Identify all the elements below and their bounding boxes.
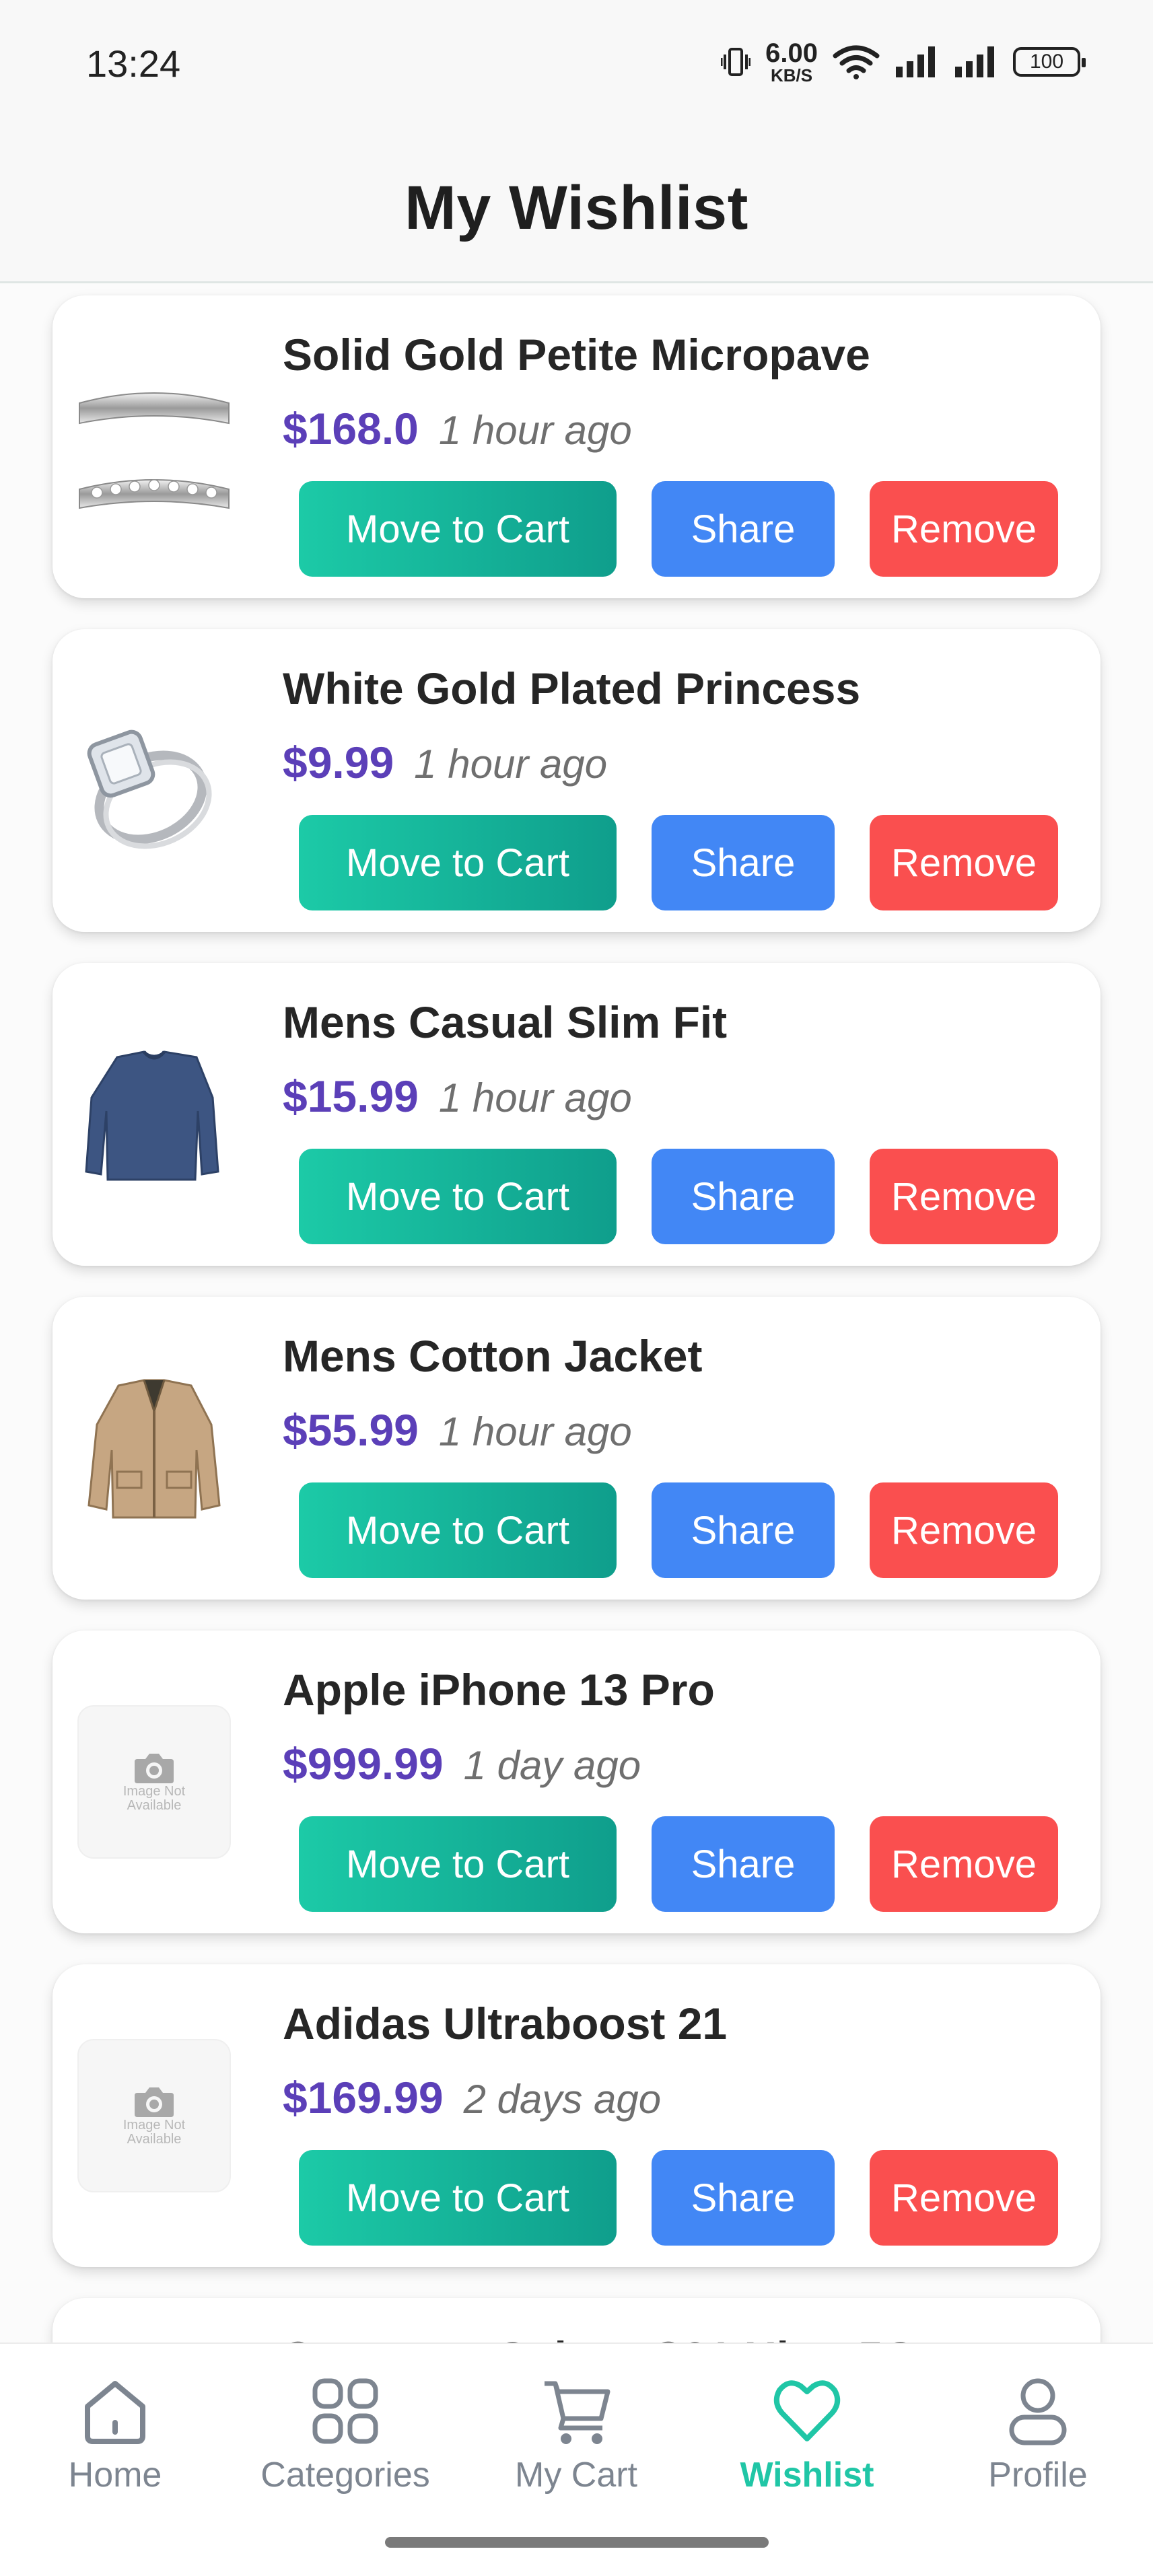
placeholder-text-2: Available [127,2132,182,2147]
app-header: My Wishlist [0,135,1153,283]
item-title: White Gold Plated Princess [283,664,861,713]
item-meta: $168.0 1 hour ago [283,403,632,454]
princess-ring-image [77,703,232,858]
wishlist-list[interactable]: Solid Gold Petite Micropave $168.0 1 hou… [0,283,1153,2342]
item-added-time: 1 hour ago [414,742,608,787]
item-price: $15.99 [283,1071,419,1121]
wishlist-item[interactable]: Mens Cotton Jacket $55.99 1 hour ago Mov… [53,1297,1100,1600]
status-icons: 6.00 KB/S 100 [721,40,1086,84]
item-added-time: 2 days ago [463,2077,662,2122]
nav-label-home: Home [68,2456,162,2495]
item-meta: $55.99 1 hour ago [283,1404,632,1456]
item-price: $169.99 [283,2073,444,2122]
share-button[interactable]: Share [652,1149,835,1244]
image-placeholder: Image Not Available [77,2039,231,2192]
nav-item-home[interactable]: Home [14,2374,216,2509]
item-title: Mens Casual Slim Fit [283,997,728,1047]
camera-icon [135,1754,174,1783]
profile-icon [1009,2378,1067,2445]
item-price: $9.99 [283,738,394,787]
heart-icon [773,2380,841,2441]
placeholder-text-2: Available [127,1798,182,1813]
share-button[interactable]: Share [652,1816,835,1912]
home-icon [85,2381,145,2444]
item-title: Solid Gold Petite Micropave [283,330,870,380]
item-meta: $15.99 1 hour ago [283,1071,632,1122]
image-placeholder: Image Not Available [77,1705,231,1859]
nav-label-cart: My Cart [515,2456,637,2495]
item-meta: $9.99 1 hour ago [283,737,607,788]
wishlist-item[interactable]: Solid Gold Petite Micropave $168.0 1 hou… [53,295,1100,598]
item-meta: $169.99 2 days ago [283,2072,661,2123]
move-to-cart-button[interactable]: Move to Cart [299,1149,617,1244]
nav-item-cart[interactable]: My Cart [475,2374,677,2509]
battery-icon: 100 [1013,47,1086,77]
wishlist-item[interactable]: Image Not Available Adidas Ultraboost 21… [53,1964,1100,2267]
wifi-icon [833,45,880,79]
jacket-image [77,1371,232,1526]
item-price: $999.99 [283,1739,444,1789]
wishlist-item[interactable]: White Gold Plated Princess $9.99 1 hour … [53,629,1100,932]
wishlist-item[interactable]: Image Not Available Apple iPhone 13 Pro … [53,1631,1100,1933]
nav-item-categories[interactable]: Categories [244,2374,446,2509]
nav-item-profile[interactable]: Profile [937,2374,1139,2509]
move-to-cart-button[interactable]: Move to Cart [299,815,617,910]
vibrate-icon [721,48,751,76]
status-time: 13:24 [86,42,181,85]
nav-label-categories: Categories [260,2456,430,2495]
camera-icon [135,2087,174,2117]
item-title: Adidas Ultraboost 21 [283,1999,728,2048]
move-to-cart-button[interactable]: Move to Cart [299,1482,617,1578]
net-speed: 6.00 KB/S [765,40,818,84]
cart-icon [545,2381,610,2444]
nav-item-wishlist[interactable]: Wishlist [706,2374,908,2509]
wishlist-item[interactable]: Samsung Galaxy S21 Ultra 5G [53,2298,1100,2342]
placeholder-text-1: Image Not [123,1784,186,1799]
item-price: $168.0 [283,404,419,454]
placeholder-text-1: Image Not [123,2118,186,2133]
share-button[interactable]: Share [652,1482,835,1578]
ring-band-image [77,369,232,524]
share-button[interactable]: Share [652,815,835,910]
signal-icon [896,46,935,77]
item-meta: $999.99 1 day ago [283,1738,641,1789]
categories-icon [312,2378,378,2444]
nav-label-profile: Profile [988,2456,1088,2495]
item-added-time: 1 hour ago [438,1409,632,1454]
signal-icon-2 [955,46,994,77]
blue-shirt-image [77,1037,232,1192]
nav-label-wishlist: Wishlist [740,2456,874,2495]
share-button[interactable]: Share [652,2150,835,2246]
remove-button[interactable]: Remove [870,2150,1058,2246]
home-indicator[interactable] [385,2537,769,2548]
net-speed-value: 6.00 [765,38,818,68]
move-to-cart-button[interactable]: Move to Cart [299,1816,617,1912]
image-not-available: Image Not Available [77,2038,232,2193]
item-title: Samsung Galaxy S21 Ultra 5G [283,2332,917,2342]
share-button[interactable]: Share [652,481,835,577]
item-added-time: 1 hour ago [438,408,632,453]
wishlist-item[interactable]: Mens Casual Slim Fit $15.99 1 hour ago M… [53,963,1100,1266]
net-speed-unit: KB/S [771,65,813,85]
item-title: Mens Cotton Jacket [283,1331,703,1381]
remove-button[interactable]: Remove [870,481,1058,577]
item-price: $55.99 [283,1405,419,1455]
move-to-cart-button[interactable]: Move to Cart [299,2150,617,2246]
item-title: Apple iPhone 13 Pro [283,1665,715,1715]
item-added-time: 1 day ago [463,1743,641,1788]
remove-button[interactable]: Remove [870,1482,1058,1578]
page-title: My Wishlist [405,173,748,242]
image-not-available: Image Not Available [77,1705,232,1859]
remove-button[interactable]: Remove [870,1816,1058,1912]
remove-button[interactable]: Remove [870,1149,1058,1244]
remove-button[interactable]: Remove [870,815,1058,910]
item-added-time: 1 hour ago [438,1075,632,1120]
move-to-cart-button[interactable]: Move to Cart [299,481,617,577]
status-bar: 13:24 6.00 KB/S 100 [0,0,1153,135]
